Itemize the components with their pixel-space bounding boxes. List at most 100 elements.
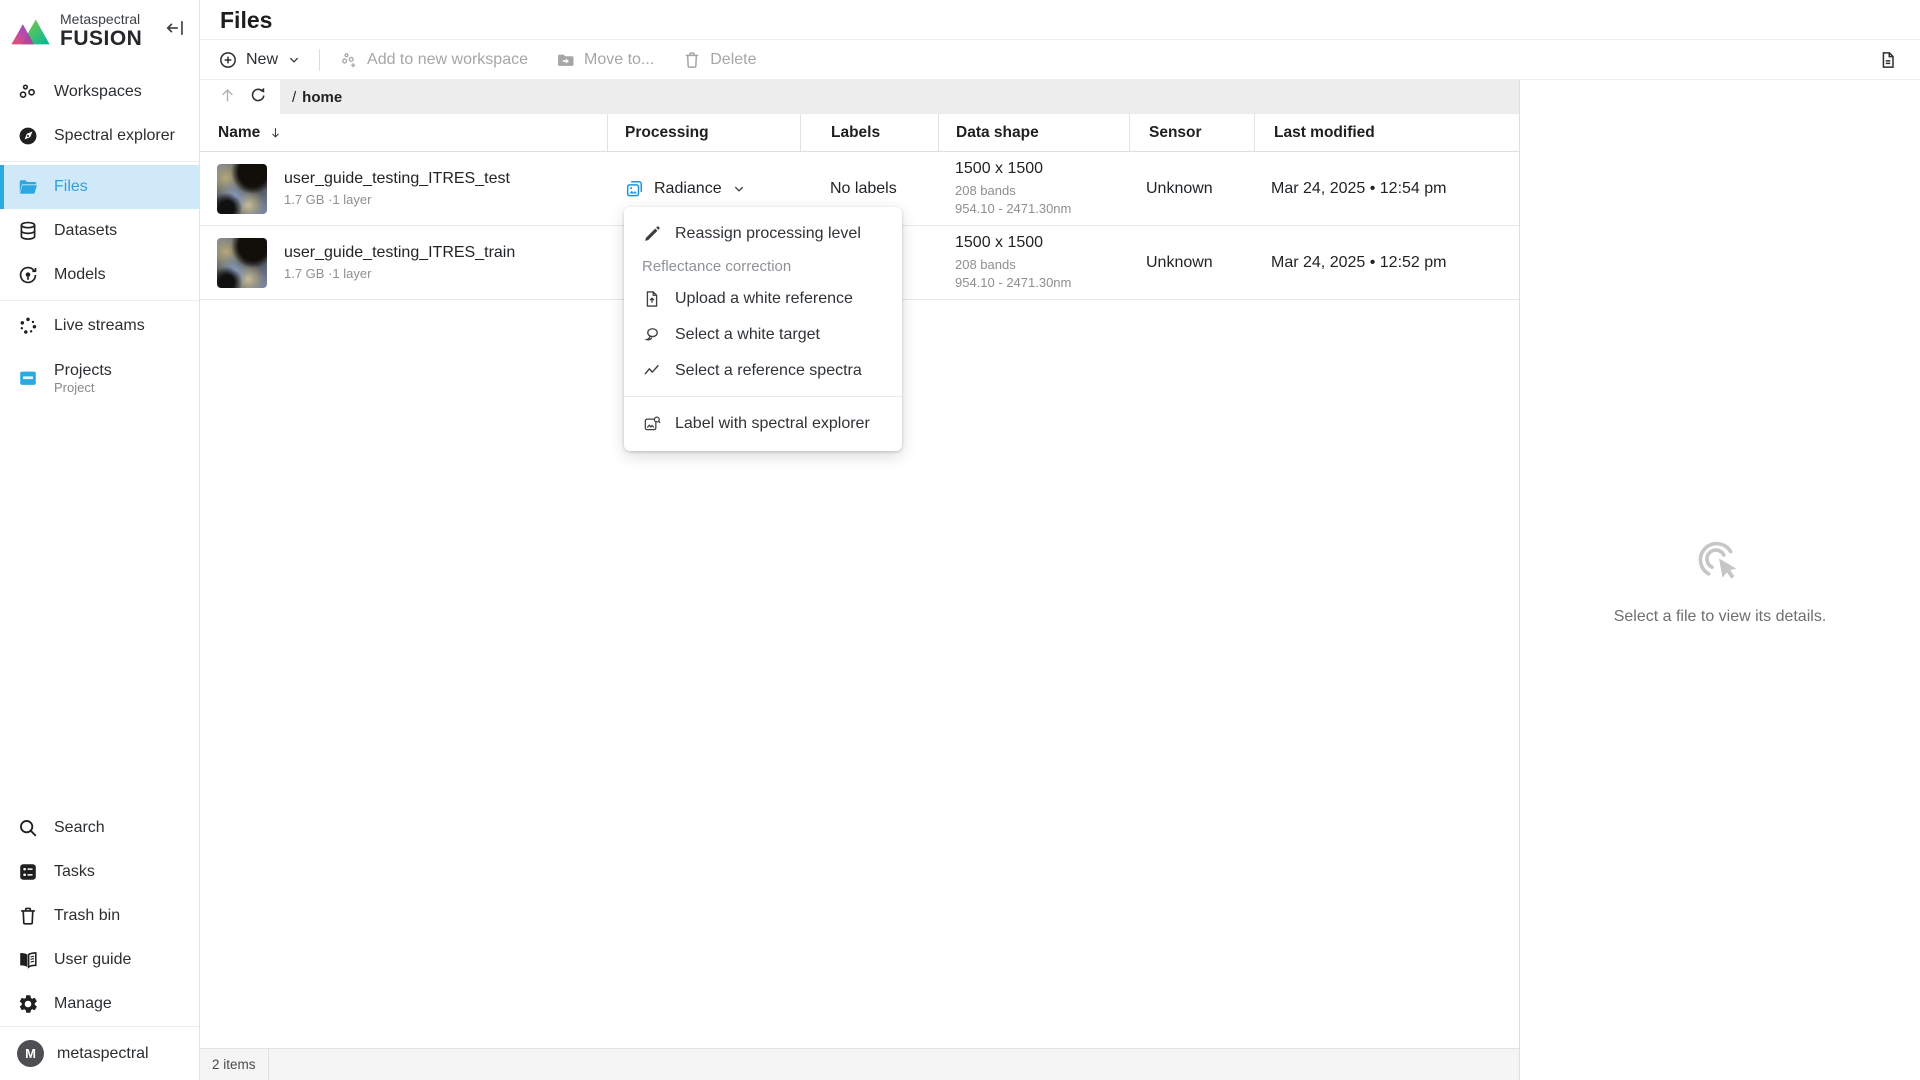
move-folder-icon bbox=[556, 50, 576, 70]
column-label: Name bbox=[218, 124, 260, 142]
app-root: Metaspectral FUSION Workspaces bbox=[0, 0, 1920, 1080]
lasso-target-icon bbox=[642, 325, 662, 345]
menu-item-label: Upload a white reference bbox=[675, 290, 853, 308]
menu-item-reassign-processing-level[interactable]: Reassign processing level bbox=[624, 216, 902, 252]
brand-name: Metaspectral bbox=[60, 11, 142, 27]
title-bar: Files bbox=[200, 0, 1920, 40]
column-header-name[interactable]: Name bbox=[200, 114, 607, 151]
tasks-icon bbox=[17, 861, 39, 883]
sidebar-item-label: Workspaces bbox=[54, 83, 142, 101]
sidebar-item-label: Projects bbox=[54, 361, 112, 380]
breadcrumb-current: home bbox=[302, 89, 342, 106]
sidebar-item-label: Live streams bbox=[54, 317, 145, 335]
menu-item-upload-white-reference[interactable]: Upload a white reference bbox=[624, 281, 902, 317]
shape-dimensions: 1500 x 1500 bbox=[955, 234, 1043, 252]
upload-file-icon bbox=[642, 289, 662, 309]
brand-text: Metaspectral FUSION bbox=[60, 11, 142, 51]
menu-item-select-reference-spectra[interactable]: Select a reference spectra bbox=[624, 353, 902, 389]
file-meta: 1.7 GB ·1 layer bbox=[284, 266, 515, 281]
sidebar-item-user-guide[interactable]: User guide bbox=[0, 938, 199, 982]
sidebar-item-label: Models bbox=[54, 266, 106, 284]
refresh-icon bbox=[248, 86, 267, 108]
sidebar-item-manage[interactable]: Manage bbox=[0, 982, 199, 1026]
move-to-button[interactable]: Move to... bbox=[556, 50, 654, 70]
sidebar-item-label: Tasks bbox=[54, 863, 95, 881]
collapse-sidebar-icon bbox=[165, 27, 187, 42]
sidebar-nav: Workspaces Spectral explorer bbox=[0, 62, 199, 408]
trash-icon bbox=[17, 905, 39, 927]
plus-circle-icon bbox=[218, 50, 238, 70]
user-avatar: M bbox=[17, 1040, 44, 1067]
details-panel: Select a file to view its details. bbox=[1519, 80, 1920, 1080]
sidebar-item-label: Spectral explorer bbox=[54, 127, 175, 145]
shape-dimensions: 1500 x 1500 bbox=[955, 160, 1043, 178]
processing-level-dropdown[interactable]: Radiance bbox=[624, 178, 747, 199]
main-area: Files New bbox=[200, 0, 1920, 1080]
sort-descending-icon bbox=[268, 125, 283, 140]
radiance-image-icon bbox=[624, 178, 645, 199]
content-area: / home Name Processing bbox=[200, 80, 1920, 1080]
refresh-button[interactable] bbox=[242, 82, 272, 112]
toolbar-divider bbox=[319, 49, 320, 71]
sidebar-item-search[interactable]: Search bbox=[0, 806, 199, 850]
last-modified-value: Mar 24, 2025 • 12:54 pm bbox=[1271, 180, 1446, 198]
column-header-labels[interactable]: Labels bbox=[800, 114, 938, 151]
menu-item-select-white-target[interactable]: Select a white target bbox=[624, 317, 902, 353]
sidebar-item-projects[interactable]: Projects Project bbox=[0, 348, 199, 408]
data-shape-cell: 1500 x 1500 208 bands 954.10 - 2471.30nm bbox=[938, 152, 1129, 225]
compass-icon bbox=[17, 125, 39, 147]
add-to-workspace-button[interactable]: Add to new workspace bbox=[339, 50, 528, 70]
breadcrumb[interactable]: / home bbox=[280, 80, 1519, 114]
cursor-click-icon bbox=[1691, 534, 1749, 592]
file-meta: 1.7 GB ·1 layer bbox=[284, 192, 510, 207]
brand-logo-icon bbox=[9, 11, 53, 49]
file-thumbnail bbox=[217, 164, 267, 214]
column-label: Last modified bbox=[1274, 124, 1375, 142]
model-cycle-icon bbox=[17, 264, 39, 286]
sidebar-item-spectral-explorer[interactable]: Spectral explorer bbox=[0, 114, 199, 158]
brand-area: Metaspectral FUSION bbox=[0, 0, 199, 62]
sidebar-item-datasets[interactable]: Datasets bbox=[0, 209, 199, 253]
sidebar-item-workspaces[interactable]: Workspaces bbox=[0, 70, 199, 114]
column-label: Sensor bbox=[1149, 124, 1202, 142]
column-header-sensor[interactable]: Sensor bbox=[1129, 114, 1254, 151]
column-label: Labels bbox=[831, 124, 880, 142]
sidebar-item-tasks[interactable]: Tasks bbox=[0, 850, 199, 894]
sidebar-item-files[interactable]: Files bbox=[0, 165, 199, 209]
new-button-label: New bbox=[246, 51, 278, 69]
new-button[interactable]: New bbox=[218, 50, 302, 70]
sidebar-item-live-streams[interactable]: Live streams bbox=[0, 304, 199, 348]
status-bar: 2 items bbox=[200, 1048, 1519, 1080]
sidebar-item-label: Search bbox=[54, 819, 105, 837]
toolbar: New Add to new workspace bbox=[200, 40, 1920, 80]
gear-icon bbox=[17, 993, 39, 1015]
last-modified-cell: Mar 24, 2025 • 12:52 pm bbox=[1254, 226, 1519, 299]
search-icon bbox=[17, 817, 39, 839]
delete-label: Delete bbox=[710, 51, 756, 69]
delete-trash-icon bbox=[682, 50, 702, 70]
user-account-item[interactable]: M metaspectral bbox=[0, 1026, 199, 1080]
sidebar-divider bbox=[0, 161, 199, 162]
sidebar-item-label: Files bbox=[54, 178, 88, 196]
sidebar-bottom: Search Tasks bbox=[0, 806, 199, 1080]
column-header-data-shape[interactable]: Data shape bbox=[938, 114, 1129, 151]
name-cell: user_guide_testing_ITRES_train 1.7 GB ·1… bbox=[200, 226, 607, 299]
chevron-down-icon bbox=[731, 181, 747, 197]
sensor-cell: Unknown bbox=[1129, 152, 1254, 225]
file-details-toggle-button[interactable] bbox=[1878, 50, 1898, 70]
project-box-icon bbox=[17, 367, 39, 389]
sidebar-collapse-button[interactable] bbox=[165, 17, 187, 39]
pencil-icon bbox=[642, 224, 662, 244]
shape-bands: 208 bands bbox=[955, 182, 1016, 200]
sidebar-item-label: Manage bbox=[54, 995, 112, 1013]
menu-item-label-with-spectral-explorer[interactable]: Label with spectral explorer bbox=[624, 404, 902, 444]
shape-bands: 208 bands bbox=[955, 256, 1016, 274]
sidebar-item-trash-bin[interactable]: Trash bin bbox=[0, 894, 199, 938]
menu-item-label: Select a reference spectra bbox=[675, 362, 862, 380]
delete-button[interactable]: Delete bbox=[682, 50, 756, 70]
column-header-processing[interactable]: Processing bbox=[607, 114, 800, 151]
column-header-last-modified[interactable]: Last modified bbox=[1254, 114, 1519, 151]
sidebar-item-models[interactable]: Models bbox=[0, 253, 199, 297]
navigate-up-button[interactable] bbox=[212, 82, 242, 112]
labels-value: No labels bbox=[830, 180, 897, 198]
